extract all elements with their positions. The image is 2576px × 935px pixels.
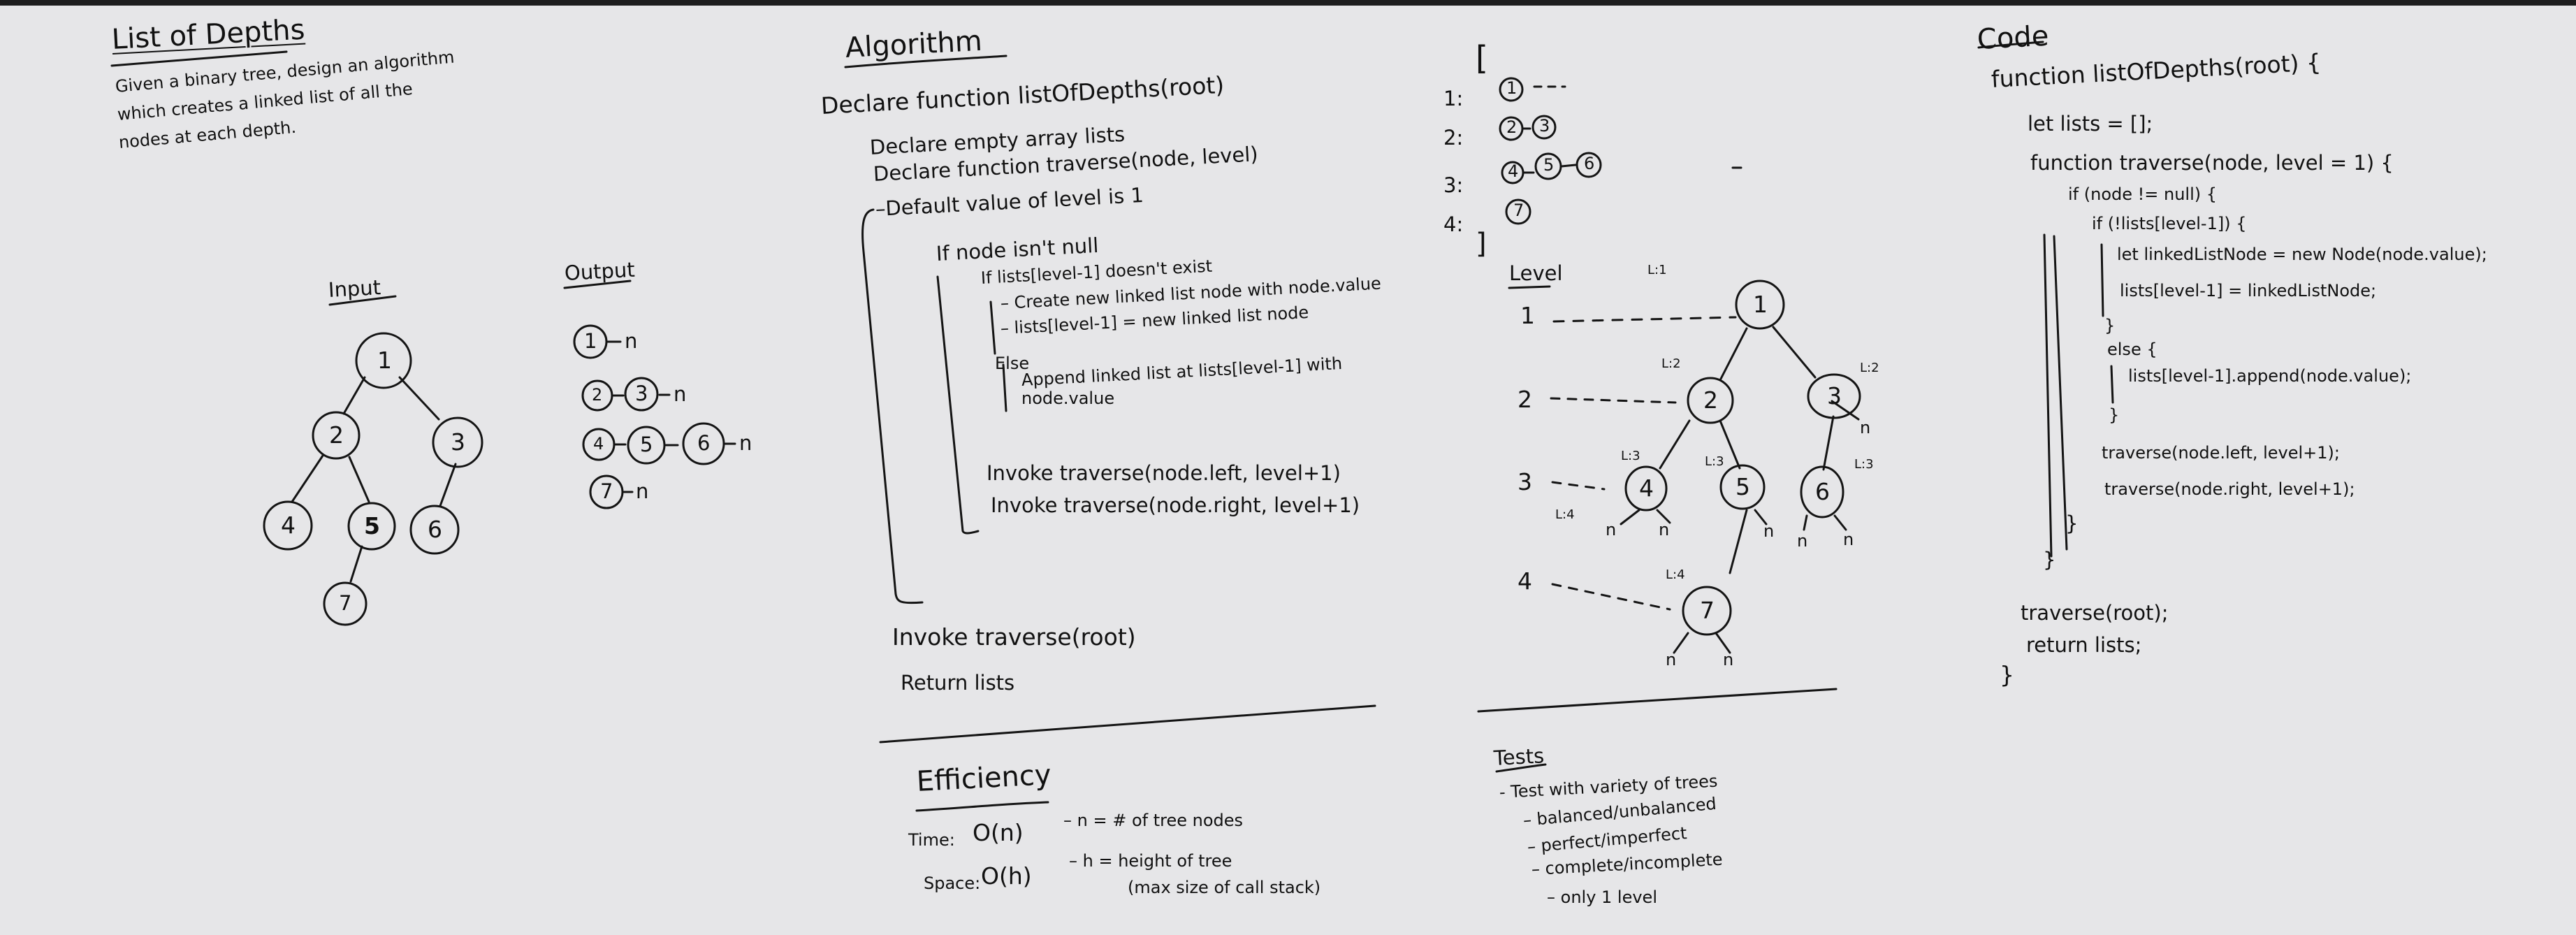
tree-node-2: 2 [1703, 386, 1718, 414]
output-label: Output [564, 257, 636, 285]
list-node-1: 1 [1506, 78, 1518, 98]
list-row-label-4: 4: [1443, 212, 1464, 236]
level-note-6: L:3 [1854, 457, 1874, 472]
linked-list-visual [1499, 77, 1742, 225]
code-line-5: if (!lists[level-1]) { [2092, 214, 2247, 233]
space-value: O(h) [981, 862, 1032, 890]
output-end-4: n [636, 479, 649, 503]
null-7-right: n [1723, 650, 1734, 669]
list-node-6: 6 [1584, 154, 1595, 173]
input-label: Input [328, 275, 381, 302]
input-node-5: 5 [364, 512, 380, 539]
list-node-4: 4 [1508, 161, 1519, 181]
tree-node-5: 5 [1735, 473, 1750, 500]
algo-return-lists: Return lists [901, 671, 1015, 695]
level-4: 4 [1518, 567, 1532, 595]
algo-invoke-left: Invoke traverse(node.left, level+1) [987, 461, 1341, 485]
level-note-3: L:2 [1860, 361, 1879, 375]
level-1: 1 [1520, 302, 1535, 329]
output-node-7: 7 [600, 479, 613, 503]
output-lists [573, 324, 736, 509]
level-note-2: L:2 [1661, 356, 1681, 371]
output-node-2: 2 [592, 385, 603, 405]
code-line-17: return lists; [2026, 633, 2142, 657]
tree-node-7: 7 [1700, 597, 1715, 624]
output-node-5: 5 [640, 433, 653, 456]
output-node-3: 3 [635, 382, 648, 405]
time-value: O(n) [973, 819, 1024, 846]
tree-node-3: 3 [1827, 382, 1842, 409]
code-line-14: } [2065, 512, 2079, 535]
list-row-label-1: 1: [1443, 87, 1464, 110]
null-7-left: n [1666, 650, 1677, 669]
tree-node-6: 6 [1815, 478, 1830, 505]
input-node-7: 7 [339, 591, 352, 615]
n-definition: – n = # of tree nodes [1063, 811, 1244, 830]
code-line-9: else { [2107, 340, 2157, 359]
input-node-6: 6 [428, 516, 442, 543]
code-line-7: lists[level-1] = linkedListNode; [2120, 281, 2377, 300]
code-line-13: traverse(node.right, level+1); [2104, 479, 2355, 499]
algo-append-line-2: node.value [1021, 389, 1115, 408]
level-title: Level [1509, 261, 1563, 285]
level-note-5: L:3 [1705, 454, 1724, 469]
algo-invoke-root: Invoke traverse(root) [892, 623, 1136, 651]
level-tree [1508, 280, 1861, 654]
null-3-right: n [1860, 418, 1871, 437]
level-note-1: L:1 [1647, 263, 1667, 277]
code-line-16: traverse(root); [2021, 601, 2169, 625]
tree-node-4: 4 [1639, 474, 1654, 502]
code-line-15: } [2043, 548, 2056, 572]
level-note-7: L:4 [1555, 507, 1575, 522]
null-4-right: n [1659, 520, 1670, 539]
code-line-11: } [2109, 405, 2120, 425]
h-definition: – h = height of tree [1069, 851, 1232, 871]
code-line-6: let linkedListNode = new Node(node.value… [2117, 245, 2487, 264]
code-line-18: } [2000, 661, 2014, 688]
time-label: Time: [908, 830, 955, 850]
input-node-4: 4 [281, 512, 296, 539]
list-node-5: 5 [1543, 155, 1555, 175]
null-6-right: n [1843, 530, 1854, 549]
level-note-8: L:4 [1666, 567, 1685, 582]
list-close-bracket: ] [1476, 228, 1487, 260]
output-end-1: n [625, 329, 638, 353]
h-note: (max size of call stack) [1128, 878, 1321, 897]
tests-title: Tests [1493, 744, 1545, 770]
output-node-4: 4 [593, 434, 604, 454]
code-line-12: traverse(node.left, level+1); [2102, 443, 2341, 463]
level-note-4: L:3 [1621, 449, 1640, 463]
input-tree [263, 332, 483, 626]
null-5-right: n [1763, 521, 1775, 541]
input-node-3: 3 [451, 428, 465, 456]
input-node-2: 2 [329, 421, 344, 449]
space-label: Space: [924, 874, 981, 893]
null-6-left: n [1797, 531, 1808, 551]
input-node-1: 1 [377, 347, 392, 374]
output-end-3: n [739, 431, 752, 455]
list-node-3: 3 [1539, 116, 1550, 136]
code-title: Code [1976, 20, 2050, 56]
tree-node-1: 1 [1753, 291, 1768, 318]
code-line-10: lists[level-1].append(node.value); [2128, 366, 2412, 386]
list-open-bracket: [ [1476, 39, 1488, 77]
output-node-6: 6 [697, 431, 711, 455]
list-row-label-2: 2: [1443, 126, 1464, 150]
algo-invoke-right: Invoke traverse(node.right, level+1) [991, 493, 1360, 517]
list-node-2: 2 [1506, 117, 1518, 137]
code-line-4: if (node != null) { [2068, 184, 2218, 204]
test-item-5: – only 1 level [1547, 887, 1657, 907]
code-line-3: function traverse(node, level = 1) { [2030, 151, 2394, 175]
list-node-7: 7 [1513, 201, 1525, 220]
level-3: 3 [1518, 468, 1532, 495]
code-line-2: let lists = []; [2028, 112, 2153, 136]
list-row-label-3: 3: [1443, 173, 1464, 197]
code-line-8: } [2104, 316, 2116, 335]
level-2: 2 [1518, 386, 1532, 413]
output-end-2: n [674, 382, 687, 406]
output-node-1: 1 [584, 329, 597, 353]
null-4-left: n [1606, 520, 1617, 539]
